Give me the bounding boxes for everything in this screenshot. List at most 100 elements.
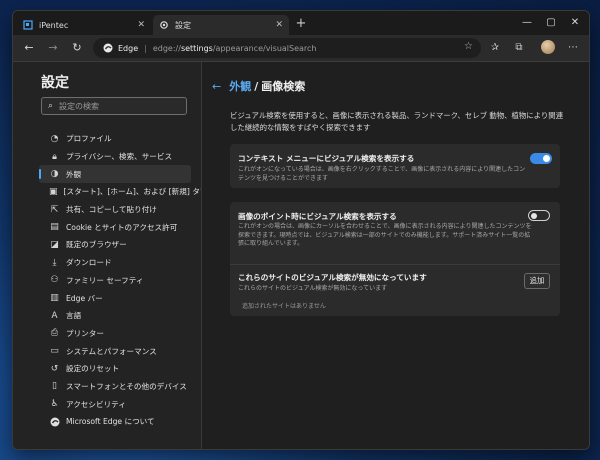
lock-icon: 🔒︎ — [52, 151, 57, 162]
url-path: /appearance/visualSearch — [212, 43, 317, 53]
search-placeholder: 設定の検索 — [59, 101, 100, 111]
sidebar-item-default-browser[interactable]: ◪ 既定のブラウザー — [39, 236, 191, 254]
tab-ipentec[interactable]: iPentec ✕ — [17, 15, 151, 35]
sidebar-item-label: Cookie とサイトのアクセス許可 — [66, 222, 178, 232]
breadcrumb: ← 外観 / 画像検索 — [212, 78, 305, 94]
context-menu-setting-card: コンテキスト メニューにビジュアル検索を表示する これがオンになっている場合は、… — [230, 144, 560, 188]
tab-settings[interactable]: 設定 ✕ — [153, 15, 289, 35]
card-divider — [230, 264, 560, 265]
sidebar-item-edge-bar[interactable]: ▥ Edge バー — [39, 289, 191, 307]
accessibility-icon: ♿︎ — [50, 399, 59, 410]
forward-icon[interactable]: → — [45, 40, 61, 56]
settings-search-input[interactable]: ⌕ 設定の検索 — [41, 97, 187, 115]
breadcrumb-parent-link[interactable]: 外観 — [229, 78, 251, 94]
edge-logo-icon — [103, 43, 113, 53]
hover-setting-card: 画像のポイント時にビジュアル検索を表示する これがオンの場合は、画像にカーソルを… — [230, 202, 560, 316]
toggle-knob — [543, 155, 550, 162]
settings-sidebar: 設定 ⌕ 設定の検索 ◔ プロファイル 🔒︎ プライバシー、検索、サービス ◑ 外観 … — [13, 62, 207, 449]
url-host: settings — [180, 43, 213, 53]
sidebar-item-label: Microsoft Edge について — [66, 417, 155, 427]
appearance-icon: ◑ — [50, 169, 59, 180]
sidebar-item-label: ファミリー セーフティ — [66, 275, 144, 285]
hover-title: 画像のポイント時にビジュアル検索を表示する — [238, 212, 397, 221]
favorite-add-icon[interactable]: ☆ — [464, 41, 473, 52]
refresh-icon[interactable]: ↻ — [69, 40, 85, 56]
hover-toggle[interactable] — [528, 210, 550, 221]
search-icon: ⌕ — [48, 101, 54, 111]
phone-icon: ▯ — [52, 381, 57, 392]
new-tab-button[interactable]: + — [293, 16, 309, 32]
context-menu-subtitle: これがオンになっている場合は、画像を右クリックすることで、画像に表示される内容に… — [238, 166, 526, 182]
settings-content: ← 外観 / 画像検索 ビジュアル検索を使用すると、画像に表示される製品、ランド… — [202, 62, 589, 449]
share-icon: ⇱ — [50, 204, 59, 215]
page-description: ビジュアル検索を使用すると、画像に表示される製品、ランドマーク、セレブ 動物、植… — [230, 111, 564, 132]
back-arrow-icon[interactable]: ← — [212, 80, 221, 93]
printer-icon: ⎙ — [50, 328, 59, 339]
address-separator: | — [144, 43, 147, 53]
sidebar-item-appearance[interactable]: ◑ 外観 — [39, 165, 191, 184]
gear-icon — [159, 20, 169, 30]
sidebar-item-label: プライバシー、検索、サービス — [66, 152, 173, 162]
sidebar-item-cookies[interactable]: ▤ Cookie とサイトのアクセス許可 — [39, 218, 191, 236]
browser-window: iPentec ✕ 設定 ✕ + — ▢ ✕ ← → ↻ Edge | edge… — [12, 10, 590, 450]
breadcrumb-separator: / — [254, 79, 259, 93]
context-menu-toggle[interactable] — [530, 153, 552, 164]
sidebar-item-language[interactable]: A 言語 — [39, 307, 191, 325]
sidebar-item-privacy[interactable]: 🔒︎ プライバシー、検索、サービス — [39, 148, 191, 166]
browser-icon: ◪ — [50, 239, 59, 250]
edge-logo-icon — [49, 416, 60, 427]
sidebar-item-label: プリンター — [66, 328, 104, 338]
empty-sites-text: 追加されたサイトはありません — [242, 303, 326, 310]
sidebar-item-label: 言語 — [66, 311, 82, 321]
sidebar-item-label: Edge バー — [66, 293, 103, 303]
sidebar-item-profile[interactable]: ◔ プロファイル — [39, 130, 191, 148]
tab-label: 設定 — [175, 20, 191, 30]
window-close-button[interactable]: ✕ — [561, 15, 589, 31]
sidebar-nav: ◔ プロファイル 🔒︎ プライバシー、検索、サービス ◑ 外観 ▣ [スタート]、[ホー… — [39, 130, 207, 431]
page-title: 画像検索 — [261, 80, 306, 93]
hover-subtitle: これがオンの場合は、画像にカーソルを合わせることで、画像に表示される内容により関… — [238, 223, 532, 248]
more-menu-icon[interactable]: ⋯ — [565, 40, 581, 56]
sidebar-item-label: プロファイル — [66, 134, 112, 144]
sidebar-item-label: 設定のリセット — [66, 364, 120, 374]
favorites-icon[interactable]: ✰ — [487, 40, 503, 56]
profile-icon: ◔ — [50, 133, 59, 144]
sidebar-item-phone[interactable]: ▯ スマートフォンとその他のデバイス — [39, 378, 191, 396]
reset-icon: ↺ — [50, 363, 59, 374]
sidebar-item-family[interactable]: ⚇ ファミリー セーフティ — [39, 272, 191, 290]
address-bar[interactable]: Edge | edge://settings/appearance/visual… — [93, 38, 481, 58]
navigation-bar: ← → ↻ Edge | edge://settings/appearance/… — [13, 35, 589, 62]
sidebar-item-label: 共有、コピーして貼り付け — [66, 205, 157, 215]
disabled-sites-subtitle: これらのサイトのビジュアル検索が無効になっています — [238, 285, 388, 292]
url-text: edge://settings/appearance/visualSearch — [153, 44, 317, 53]
download-icon: ⤓ — [52, 257, 57, 268]
sidebar-item-label: ダウンロード — [66, 258, 112, 268]
tab-label: iPentec — [39, 20, 69, 30]
sidebar-item-label: スマートフォンとその他のデバイス — [66, 381, 187, 391]
sidebar-item-label: アクセシビリティ — [66, 399, 126, 409]
sidebar-item-accessibility[interactable]: ♿︎ アクセシビリティ — [39, 395, 191, 413]
sidebar-item-label: [スタート]、[ホーム]、および [新規] タブ — [63, 187, 208, 197]
collections-icon[interactable]: ⧉ — [511, 40, 527, 56]
disabled-sites-title: これらのサイトのビジュアル検索が無効になっています — [238, 273, 427, 282]
avatar[interactable] — [541, 40, 555, 54]
sidebar-item-printer[interactable]: ⎙ プリンター — [39, 325, 191, 343]
edge-bar-icon: ▥ — [50, 293, 59, 304]
sidebar-item-about[interactable]: Microsoft Edge について — [39, 413, 191, 431]
home-tabs-icon: ▣ — [49, 186, 58, 197]
back-icon[interactable]: ← — [21, 40, 37, 56]
sidebar-item-label: システムとパフォーマンス — [66, 346, 157, 356]
sidebar-item-system[interactable]: ▭ システムとパフォーマンス — [39, 342, 191, 360]
close-icon[interactable]: ✕ — [137, 20, 145, 30]
language-icon: A — [51, 310, 58, 321]
sidebar-item-reset[interactable]: ↺ 設定のリセット — [39, 360, 191, 378]
close-icon[interactable]: ✕ — [275, 20, 283, 30]
cookie-icon: ▤ — [50, 222, 59, 233]
sidebar-item-start-home-tabs[interactable]: ▣ [スタート]、[ホーム]、および [新規] タブ — [39, 183, 207, 201]
url-prefix: edge:// — [152, 43, 181, 53]
add-site-button[interactable]: 追加 — [524, 273, 550, 289]
sidebar-item-label: 外観 — [66, 169, 82, 179]
ipentec-favicon-icon — [23, 20, 33, 30]
sidebar-item-share[interactable]: ⇱ 共有、コピーして貼り付け — [39, 201, 191, 219]
sidebar-item-downloads[interactable]: ⤓ ダウンロード — [39, 254, 191, 272]
